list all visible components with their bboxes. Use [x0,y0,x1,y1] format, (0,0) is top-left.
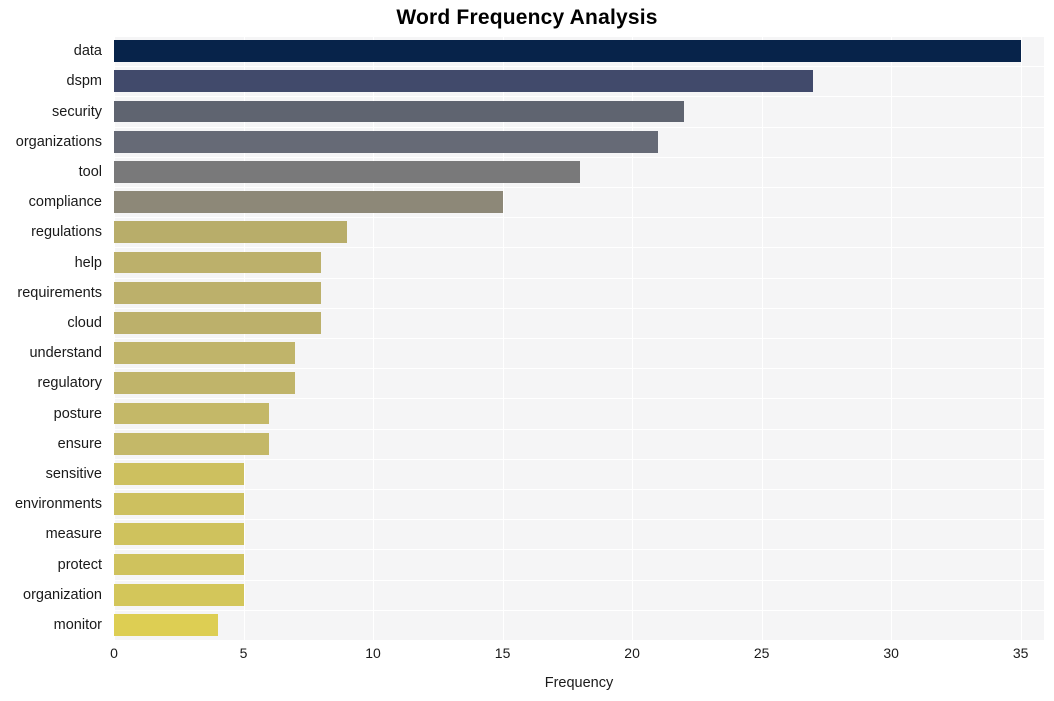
bar [114,553,244,576]
bar [114,493,244,515]
bar [114,281,322,304]
x-tick-label: 15 [494,645,511,661]
y-tick-label: monitor [53,616,102,633]
bar [114,191,503,213]
bar [114,312,322,334]
y-tick-label: organizations [15,133,102,150]
y-tick-label: measure [45,526,102,543]
x-tick-label: 35 [1012,645,1029,661]
y-tick-label: organization [23,586,102,603]
y-tick-label: help [74,254,102,271]
x-tick-label: 25 [753,645,770,661]
x-tick-label: 0 [110,645,118,661]
y-tick-label: sensitive [45,465,102,482]
y-tick-label: requirements [17,284,102,301]
bar [114,161,581,183]
y-tick-label: understand [29,345,102,362]
x-tick-label: 10 [365,645,381,661]
bar [114,251,322,274]
x-tick-label: 5 [239,645,248,661]
chart-title: Word Frequency Analysis [396,6,658,29]
bars-layer [114,36,1044,640]
y-tick-label: regulations [31,224,102,241]
chart-figure: Word Frequency Analysis data dspm security… [0,0,1054,701]
plot-area [114,36,1044,641]
y-tick-label: protect [57,556,102,573]
bar [114,100,684,123]
x-axis-ticks: 0 5 10 15 20 25 30 35 [110,640,1044,670]
bar [114,70,814,93]
y-tick-label: posture [53,405,102,422]
bar [114,583,244,606]
y-tick-label: environments [14,496,102,513]
bar [114,432,270,455]
y-tick-label: cloud [67,314,102,331]
bar [114,523,244,546]
x-tick-label: 20 [624,645,640,661]
y-tick-label: compliance [28,194,102,211]
y-tick-label: tool [78,163,102,180]
bar [114,463,244,485]
bar [114,342,296,364]
y-tick-label: dspm [66,73,102,90]
bar [114,130,658,153]
y-tick-label: data [73,43,102,60]
x-axis-title: Frequency [544,675,614,691]
bar [114,402,270,425]
bar [114,372,296,395]
bar [114,221,348,244]
y-axis-labels: data dspm security organizations tool complia… [0,36,108,640]
bar [114,40,1021,62]
x-tick-label: 30 [883,645,899,661]
y-tick-label: ensure [57,435,102,452]
y-tick-label: security [52,103,102,120]
bar [114,614,218,636]
y-tick-label: regulatory [37,375,102,392]
